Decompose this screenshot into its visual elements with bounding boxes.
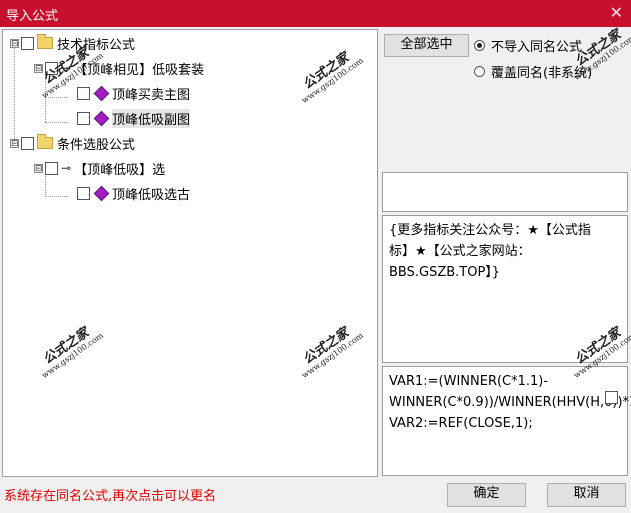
node-checkbox[interactable] [21,136,34,150]
key-icon: ⊸ [61,161,72,175]
radio-overwrite-duplicates[interactable]: 覆盖同名(非系统) [474,62,592,81]
description-box[interactable]: {更多指标关注公众号：★【公式指标】★【公式之家网站：BBS.GSZB.TOP】… [382,215,628,363]
radio-dot[interactable] [474,66,485,77]
diamond-icon [93,185,110,201]
close-icon[interactable]: ✕ [610,3,623,22]
cancel-button[interactable]: 取消 [547,483,626,507]
tree-node-main-chart[interactable]: 顶峰买卖主图 [77,83,190,103]
ok-button[interactable]: 确定 [447,483,526,507]
tree-node-selection-formula[interactable]: 顶峰低吸选古 [77,183,190,203]
node-label: 技术指标公式 [57,37,136,53]
node-checkbox[interactable] [45,161,58,175]
radio-dot[interactable] [474,40,485,51]
tree-node-formula-set[interactable]: ⊟ ⊸ 【顶峰相见】低吸套装 [34,58,204,78]
collapse-icon[interactable]: ⊟ [10,38,19,48]
tree-connector [14,48,15,143]
folder-icon [37,34,53,49]
tree-connector [45,97,67,98]
node-checkbox[interactable] [21,36,34,50]
node-label: 条件选股公式 [57,137,136,153]
key-icon: ⊸ [61,61,72,75]
code-box[interactable]: VAR1:=(WINNER(C*1.1)-WINNER(C*0.9))/WINN… [382,366,631,476]
node-label: 顶峰低吸副图 [112,108,191,128]
name-box[interactable] [382,172,628,212]
node-checkbox[interactable] [77,86,90,100]
radio-skip-duplicates[interactable]: 不导入同名公式 [474,36,582,55]
code-text: VAR1:=(WINNER(C*1.1)-WINNER(C*0.9))/WINN… [389,374,631,431]
watermark: 公式之家 www.gszj100.com [300,325,365,381]
node-checkbox[interactable] [45,61,58,75]
node-label: 【顶峰相见】低吸套装 [74,62,205,78]
tree-node-stock-selection[interactable]: ⊟ 条件选股公式 [10,133,135,153]
tree-connector [45,196,67,197]
diamond-icon [93,85,110,101]
code-checkbox[interactable] [605,391,618,404]
watermark: 公式之家 www.gszj100.com [300,50,365,106]
node-label: 【顶峰低吸】选 [74,162,166,178]
node-label: 顶峰买卖主图 [112,87,191,103]
status-message: 系统存在同名公式,再次点击可以更名 [4,489,217,504]
radio-label: 覆盖同名(非系统) [491,66,593,81]
collapse-icon[interactable]: ⊟ [34,163,43,173]
window-title: 导入公式 [6,9,59,24]
node-checkbox[interactable] [77,186,90,200]
folder-icon [37,134,53,149]
tree-node-tech-indicators[interactable]: ⊟ 技术指标公式 [10,33,135,53]
formula-tree[interactable]: ⊟ 技术指标公式 ⊟ ⊸ 【顶峰相见】低吸套装 顶峰买卖主图 顶峰低吸副图 ⊟ … [2,29,378,477]
tree-node-selection-set[interactable]: ⊟ ⊸ 【顶峰低吸】选 [34,158,165,178]
collapse-icon[interactable]: ⊟ [34,63,43,73]
collapse-icon[interactable]: ⊟ [10,138,19,148]
node-checkbox[interactable] [77,111,90,125]
tree-connector [45,74,46,122]
tree-node-sub-chart[interactable]: 顶峰低吸副图 [77,108,191,128]
diamond-icon [93,110,110,126]
radio-label: 不导入同名公式 [491,40,583,55]
node-label: 顶峰低吸选古 [112,187,191,203]
select-all-button[interactable]: 全部选中 [384,34,469,57]
description-text: {更多指标关注公众号：★【公式指标】★【公式之家网站：BBS.GSZB.TOP】… [389,223,591,280]
watermark: 公式之家 www.gszj100.com [40,325,105,381]
tree-connector [45,122,67,123]
title-bar: 导入公式 ✕ [0,0,631,27]
